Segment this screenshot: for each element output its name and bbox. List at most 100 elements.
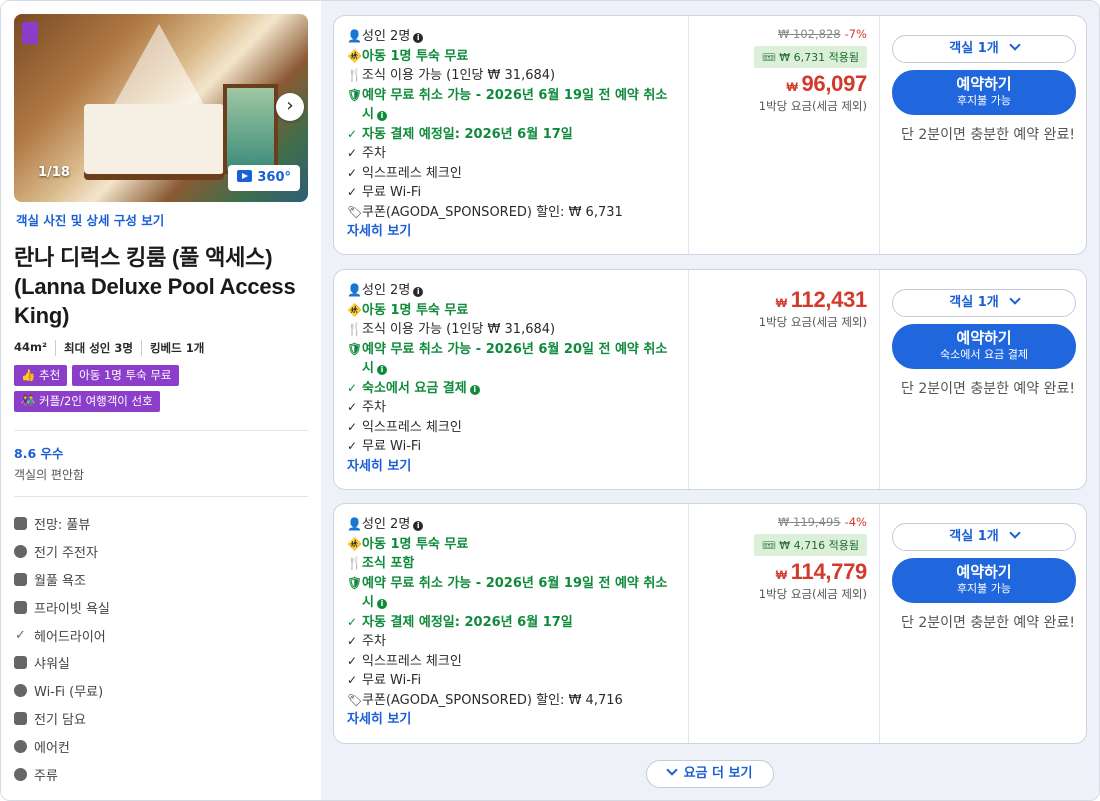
adults-label: 성인 2명 <box>362 283 411 298</box>
amenity-item: Wi-Fi (무료) <box>14 677 309 705</box>
cancel-label: 예약 무료 취소 가능 - 2026년 6월 19일 전 예약 취소 시 <box>362 575 668 611</box>
quick-booking-note: 단 2분이면 충분한 예약 완료! <box>901 127 1075 143</box>
cutlery-icon: 🍴 <box>347 68 362 82</box>
amenity-item: 전기 주전자 <box>14 538 309 566</box>
check-icon: ✓ <box>347 673 358 687</box>
details-link[interactable]: 자세히 보기 <box>347 457 676 477</box>
room-info-column: › 1/18 360° 객실 사진 및 상세 구성 보기 란나 디럭스 킹룸 (… <box>1 1 321 800</box>
bed-type: 킹베드 1개 <box>140 340 204 356</box>
offer-benefits: 👤 성인 2명 i 🚸 아동 1명 투숙 무료 🍴 조식 포함 🛡 예약 무료 취소 가능… <box>334 504 688 743</box>
info-icon[interactable]: i <box>376 111 387 121</box>
check-icon: ✓ <box>347 185 358 199</box>
price: ₩96,097 <box>699 71 867 97</box>
rooms-select-value: 객실 1개 <box>949 295 999 310</box>
cancel-line: 🛡 예약 무료 취소 가능 - 2026년 6월 19일 전 예약 취소 시i <box>347 86 676 125</box>
adults-line: 👤 성인 2명 i <box>347 515 676 535</box>
kettle-icon <box>14 545 27 559</box>
check-icon: ✓ <box>347 126 358 141</box>
info-icon[interactable]: i <box>413 287 424 297</box>
amenity-item: 에어컨 <box>14 732 309 760</box>
book-button[interactable]: 예약하기 후지불 가능 <box>892 70 1076 115</box>
cancel-label: 예약 무료 취소 가능 - 2026년 6월 19일 전 예약 취소 시 <box>362 87 668 123</box>
book-button[interactable]: 예약하기 후지불 가능 <box>892 558 1076 603</box>
chevron-down-icon <box>1009 527 1021 539</box>
amenity-label: 샤워실 <box>34 657 70 673</box>
tag-child-free: 아동 1명 투숙 무료 <box>72 365 179 386</box>
tag-recommended: 👍 추천 <box>14 365 68 386</box>
room-rating-label: 객실의 편안함 <box>14 468 85 482</box>
wifi-line: ✓ 무료 Wi-Fi <box>347 437 676 457</box>
per-night-label: 1박당 요금(세금 제외) <box>758 587 867 601</box>
cancel-line: 🛡 예약 무료 취소 가능 - 2026년 6월 19일 전 예약 취소 시i <box>347 574 676 613</box>
amenity-label: 전망: 풀뷰 <box>34 518 91 534</box>
details-link[interactable]: 자세히 보기 <box>347 710 676 730</box>
room-tags: 👍 추천 아동 1명 투숙 무료 👫 커플/2인 여행객이 선호 <box>14 365 304 412</box>
child-free-label: 아동 1명 투숙 무료 <box>362 536 469 552</box>
rooms-select[interactable]: 객실 1개 <box>892 523 1076 551</box>
express-label: 익스프레스 체크인 <box>362 653 462 669</box>
price-value: 96,097 <box>801 71 868 96</box>
info-icon[interactable]: i <box>376 365 387 375</box>
wifi-line: ✓ 무료 Wi-Fi <box>347 183 676 203</box>
discount-percent: -4% <box>844 515 867 529</box>
coupon-label: 쿠폰(AGODA_SPONSORED) 할인: ₩ 4,716 <box>362 692 623 708</box>
original-price: ₩ 119,495 -4% <box>699 515 867 529</box>
coupon-applied-badge: 🎟 ₩ 6,731 적용됨 <box>753 46 867 68</box>
max-occupancy: 최대 성인 3명 <box>55 340 133 356</box>
chevron-down-icon <box>665 764 678 776</box>
breakfast-label: 조식 포함 <box>362 556 415 571</box>
per-night-label: 1박당 요금(세금 제외) <box>758 315 867 329</box>
drink-icon <box>14 767 27 781</box>
info-icon[interactable]: i <box>376 599 387 609</box>
person-icon: 👤 <box>347 29 362 43</box>
book-button-label: 예약하기 <box>956 563 1012 581</box>
amenity-label: Wi-Fi (무료) <box>34 685 104 701</box>
adults-line: 👤 성인 2명 i <box>347 27 676 47</box>
tag-couples: 👫 커플/2인 여행객이 선호 <box>14 391 160 412</box>
chevron-right-icon[interactable]: › <box>276 93 304 121</box>
coupon-applied-label: ₩ 6,731 적용됨 <box>779 51 859 64</box>
book-button[interactable]: 예약하기 숙소에서 요금 결제 <box>892 324 1076 369</box>
amenity-label: 전기 담요 <box>34 712 86 728</box>
parking-label: 주차 <box>362 634 386 649</box>
currency-symbol: ₩ <box>775 296 787 310</box>
play-icon <box>237 170 253 182</box>
offer-price: ₩112,431 1박당 요금(세금 제외) <box>688 270 880 489</box>
info-icon[interactable]: i <box>413 33 424 43</box>
child-icon: 🚸 <box>347 302 362 317</box>
amenity-item: 전망: 풀뷰 <box>14 510 309 538</box>
more-rates-button[interactable]: 요금 더 보기 <box>646 760 774 788</box>
room-photos-link[interactable]: 객실 사진 및 상세 구성 보기 <box>14 210 309 229</box>
room-rating: 8.6 우수 <box>14 446 64 461</box>
amenity-item: 샤워실 <box>14 649 309 677</box>
wifi-label: 무료 Wi-Fi <box>362 185 422 200</box>
payment-label: 자동 결제 예정일: 2026년 6월 17일 <box>362 614 573 630</box>
rooms-select-value: 객실 1개 <box>949 41 999 56</box>
coupon-label: 쿠폰(AGODA_SPONSORED) 할인: ₩ 6,731 <box>362 204 623 220</box>
rooms-select[interactable]: 객실 1개 <box>892 35 1076 63</box>
offer-price: ₩ 102,828 -7% 🎟 ₩ 6,731 적용됨 ₩96,097 1박당 요… <box>688 16 880 254</box>
cancel-line: 🛡 예약 무료 취소 가능 - 2026년 6월 20일 전 예약 취소 시i <box>347 340 676 379</box>
canopy-decoration <box>109 24 209 114</box>
discount-percent: -7% <box>844 27 867 41</box>
original-price: ₩ 102,828 -7% <box>699 27 867 41</box>
room-photo[interactable]: › 1/18 360° <box>14 14 308 202</box>
check-icon: ✓ <box>347 165 358 180</box>
details-link[interactable]: 자세히 보기 <box>347 222 676 242</box>
price-value: 112,431 <box>790 287 868 312</box>
amenity-item: 주류 <box>14 760 309 788</box>
offer-benefits: 👤 성인 2명 i 🚸 아동 1명 투숙 무료 🍴 조식 이용 가능 (1인당 ₩ 31… <box>334 270 688 489</box>
bed-decoration <box>84 104 224 174</box>
info-icon[interactable]: i <box>413 521 424 531</box>
info-icon[interactable]: i <box>469 384 480 395</box>
amenity-label: 전기 주전자 <box>34 546 98 562</box>
rooms-select[interactable]: 객실 1개 <box>892 289 1076 317</box>
coupon-line: 🏷 쿠폰(AGODA_SPONSORED) 할인: ₩ 6,731 <box>347 203 676 223</box>
parking-line: ✓ 주차 <box>347 398 676 418</box>
coupon-line: 🏷 쿠폰(AGODA_SPONSORED) 할인: ₩ 4,716 <box>347 691 676 711</box>
view-360-button[interactable]: 360° <box>228 165 300 191</box>
quick-booking-note: 단 2분이면 충분한 예약 완료! <box>901 615 1075 631</box>
ticket-icon: 🎟 <box>761 51 776 64</box>
ticket-icon: 🎟 <box>761 539 776 552</box>
toilet-icon <box>14 600 27 614</box>
